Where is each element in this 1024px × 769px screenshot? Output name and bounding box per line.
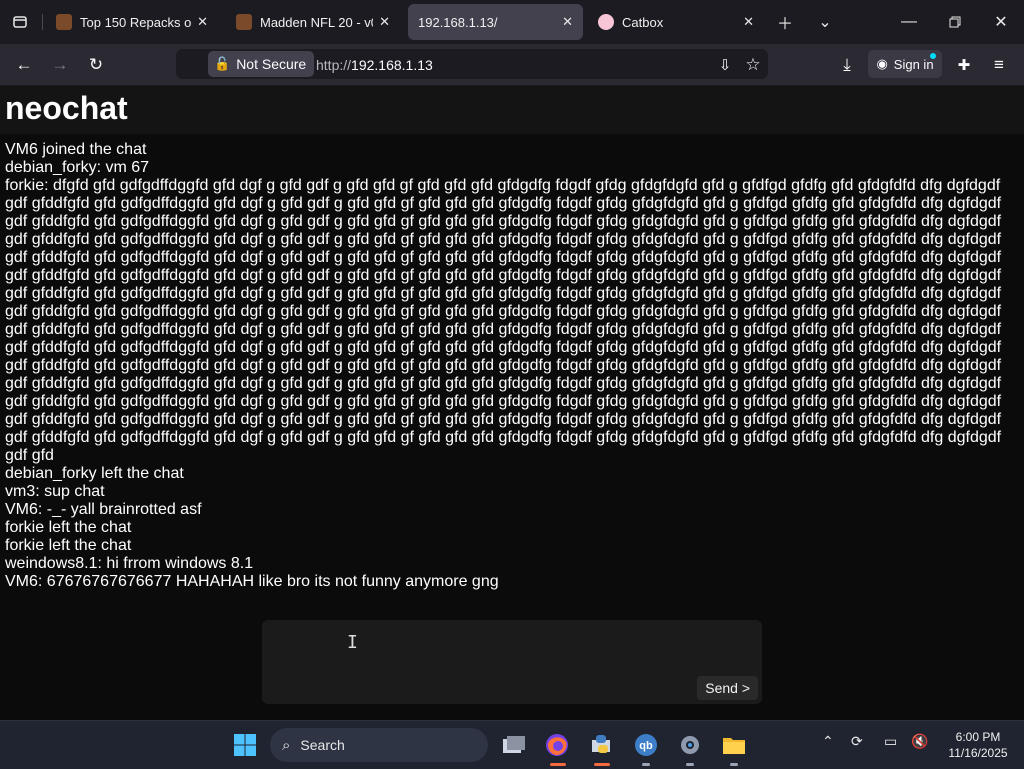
close-tab-icon[interactable]: ✕ xyxy=(379,14,390,30)
tab-title: 192.168.1.13/ xyxy=(418,14,498,30)
clock-date: 11/16/2025 xyxy=(948,746,1008,760)
running-app-indicator xyxy=(642,763,650,766)
clock-time: 6:00 PM xyxy=(955,730,1001,744)
close-tab-icon[interactable]: ✕ xyxy=(743,14,754,30)
chat-message: VM6: 67676767676677 HAHAHAH like bro its… xyxy=(5,573,499,590)
chat-message: VM6: -_- yall brainrotted asf xyxy=(5,501,202,518)
tab-local-server[interactable]: 192.168.1.13/ ✕ xyxy=(408,4,583,40)
insecure-lock-icon: 🔓 xyxy=(214,56,231,71)
chat-message: forkie left the chat xyxy=(5,519,132,536)
back-arrow-icon[interactable]: ← xyxy=(11,52,37,78)
tab-catbox[interactable]: Catbox ✕ xyxy=(588,4,764,40)
not-secure-label: Not Secure xyxy=(236,56,307,72)
qbittorrent-icon[interactable]: qb xyxy=(631,730,661,760)
running-app-indicator xyxy=(730,763,738,766)
chat-message: gdf gfddfgfd gfd gdfgdffdggfd gfd dgf g … xyxy=(5,357,1002,374)
close-tab-icon[interactable]: ✕ xyxy=(197,14,208,30)
game-favicon-icon xyxy=(56,14,72,30)
running-app-indicator xyxy=(594,763,610,766)
notification-dot xyxy=(930,53,936,59)
text-cursor-icon: I xyxy=(347,632,358,653)
maximize-window-icon[interactable] xyxy=(943,10,967,34)
message-input[interactable] xyxy=(262,620,762,704)
file-explorer-icon[interactable] xyxy=(719,730,749,760)
reload-icon[interactable]: ↻ xyxy=(83,52,109,78)
chat-message: gdf gfddfgfd gfd gdfgdffdggfd gfd dgf g … xyxy=(5,321,1002,338)
chat-message: debian_forky: vm 67 xyxy=(5,159,150,176)
chat-message: gdf gfddfgfd gfd gdfgdffdggfd gfd dgf g … xyxy=(5,303,1002,320)
display-tray-icon[interactable]: ▭ xyxy=(884,733,897,750)
game-favicon-icon xyxy=(236,14,252,30)
windows-taskbar: ⌕ Search qb ⌃ ⟳ ▭ 🔇 6:00 PM 11/16/2025 xyxy=(0,720,1024,769)
tab-overflow-chevron-icon[interactable]: ⌄ xyxy=(813,10,837,34)
page-header: neochat xyxy=(0,86,1024,134)
chat-message: gdf gfddfgfd gfd gdfgdffdggfd gfd dgf g … xyxy=(5,195,1002,212)
task-view-icon[interactable] xyxy=(499,730,529,760)
chat-message: debian_forky left the chat xyxy=(5,465,184,482)
settings-gear-icon[interactable] xyxy=(675,730,705,760)
chat-message: gdf gfddfgfd gfd gdfgdffdggfd gfd dgf g … xyxy=(5,249,1002,266)
catbox-favicon-icon xyxy=(598,14,614,30)
chat-message: gdf gfddfgfd gfd gdfgdffdggfd gfd dgf g … xyxy=(5,393,1002,410)
extensions-puzzle-icon[interactable]: ✚ xyxy=(951,52,977,78)
tab-title: Catbox xyxy=(622,14,664,30)
python-app-icon[interactable] xyxy=(586,730,616,760)
message-composer: Send > xyxy=(262,620,762,704)
minimize-window-icon[interactable]: — xyxy=(897,10,921,34)
new-tab-icon[interactable]: ＋ xyxy=(773,10,797,34)
chat-message: gdf gfddfgfd gfd gdfgdffdggfd gfd dgf g … xyxy=(5,267,1002,284)
chat-message: forkie left the chat xyxy=(5,537,132,554)
install-page-icon[interactable]: ⇩ xyxy=(712,52,738,78)
url-text[interactable]: http://192.168.1.13 xyxy=(316,57,433,73)
chat-message: gdf gfddfgfd gfd gdfgdffdggfd gfd dgf g … xyxy=(5,339,1002,356)
close-window-icon[interactable]: ✕ xyxy=(989,10,1013,34)
account-icon: ◉ xyxy=(876,56,888,71)
show-hidden-icons-chevron-icon[interactable]: ⌃ xyxy=(822,733,834,750)
chat-message: gdf gfddfgfd gfd gdfgdffdggfd gfd dgf g … xyxy=(5,375,1002,392)
sync-status-icon[interactable]: ⟳ xyxy=(851,733,863,750)
list-all-tabs-icon[interactable] xyxy=(0,0,40,44)
forward-arrow-icon[interactable]: → xyxy=(47,52,73,78)
volume-muted-icon[interactable]: 🔇 xyxy=(911,733,928,750)
chat-message: vm3: sup chat xyxy=(5,483,105,500)
chat-message: gdf gfd xyxy=(5,447,54,464)
url-host: 192.168.1.13 xyxy=(351,57,433,73)
active-app-indicator xyxy=(550,763,566,766)
chat-page: neochat VM6 joined the chat debian_forky:… xyxy=(0,86,1024,720)
not-secure-indicator[interactable]: 🔓 Not Secure xyxy=(208,51,315,77)
page-title: neochat xyxy=(5,90,128,126)
system-clock[interactable]: 6:00 PM 11/16/2025 xyxy=(938,729,1018,761)
downloads-icon[interactable]: ⤓ xyxy=(834,52,860,78)
search-icon: ⌕ xyxy=(282,736,291,754)
chat-message: VM6 joined the chat xyxy=(5,141,147,158)
chat-message: forkie: dfgfd gfd gdfgdffdggfd gfd dgf g… xyxy=(5,177,1001,194)
sign-in-button[interactable]: ◉ Sign in xyxy=(868,50,942,78)
chat-message: gdf gfddfgfd gfd gdfgdffdggfd gfd dgf g … xyxy=(5,285,1002,302)
chat-message: gdf gfddfgfd gfd gdfgdffdggfd gfd dgf g … xyxy=(5,411,1002,428)
menu-hamburger-icon[interactable]: ≡ xyxy=(986,52,1012,78)
chat-message: gdf gfddfgfd gfd gdfgdffdggfd gfd dgf g … xyxy=(5,231,1002,248)
svg-text:qb: qb xyxy=(639,740,653,752)
tab-repacks[interactable]: Top 150 Repacks of The ✕ xyxy=(46,4,218,40)
sign-in-label: Sign in xyxy=(893,56,934,72)
search-label: Search xyxy=(300,737,345,753)
chat-message: weindows8.1: hi frrom windows 8.1 xyxy=(5,555,254,572)
running-app-indicator xyxy=(686,763,694,766)
taskbar-search[interactable]: ⌕ Search xyxy=(270,728,488,762)
start-windows-icon[interactable] xyxy=(230,730,260,760)
tab-separator xyxy=(42,14,43,30)
chat-message-list: VM6 joined the chat debian_forky: vm 67 fo… xyxy=(5,141,1017,591)
tab-title: Madden NFL 20 - v08.2 xyxy=(260,14,373,30)
url-scheme: http:// xyxy=(316,57,352,73)
chat-message: gdf gfddfgfd gfd gdfgdffdggfd gfd dgf g … xyxy=(5,213,1002,230)
tab-madden[interactable]: Madden NFL 20 - v08.2 ✕ xyxy=(226,4,400,40)
close-tab-icon[interactable]: ✕ xyxy=(562,14,573,30)
firefox-icon[interactable] xyxy=(542,730,572,760)
bookmark-star-icon[interactable]: ☆ xyxy=(740,52,766,78)
chat-message: gdf gfddfgfd gfd gdfgdffdggfd gfd dgf g … xyxy=(5,429,1002,446)
send-button[interactable]: Send > xyxy=(697,676,758,700)
tab-title: Top 150 Repacks of The xyxy=(80,14,192,30)
